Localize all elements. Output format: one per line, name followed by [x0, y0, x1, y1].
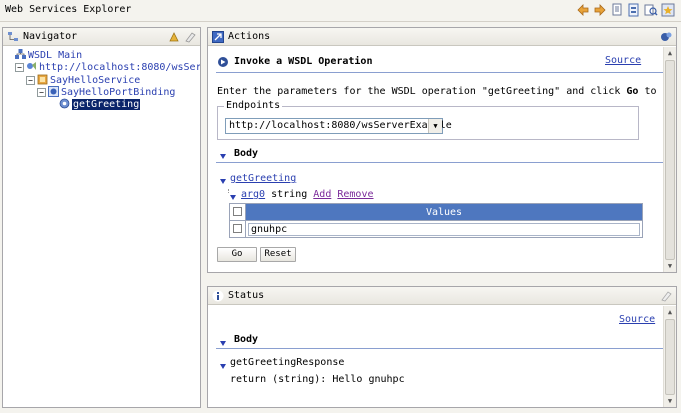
status-header: Status [208, 287, 676, 305]
select-all-checkbox[interactable] [233, 207, 242, 216]
tree-node-wsdl-main[interactable]: WSDL Main [15, 49, 82, 61]
operation-collapse-icon[interactable] [220, 177, 226, 188]
favorites-icon[interactable] [661, 3, 675, 17]
service-icon [37, 74, 48, 85]
clear-status-icon[interactable] [660, 290, 672, 302]
scroll-up-icon[interactable]: ▲ [664, 306, 676, 318]
operation-link[interactable]: getGreeting [230, 173, 296, 184]
actions-scrollbar[interactable]: ▲ ▼ [663, 47, 676, 272]
back-icon[interactable] [576, 3, 590, 17]
chevron-down-icon[interactable]: ▼ [428, 119, 442, 133]
documents-icon[interactable] [610, 3, 624, 17]
values-table: Values gnuhpc [229, 203, 643, 238]
go-button[interactable]: Go [217, 247, 257, 262]
status-panel: Status Source Body getGreetingResponse r… [207, 286, 677, 408]
endpoint-value: http://localhost:8080/wsServerExample [229, 120, 452, 131]
remove-link[interactable]: Remove [337, 189, 373, 200]
wsdl-page-icon[interactable] [627, 3, 641, 17]
value-input[interactable]: gnuhpc [248, 222, 640, 236]
navigator-tree: WSDL Main − http://localhost:8080/wsServ… [3, 47, 200, 407]
ws-explorer-icon[interactable] [660, 31, 672, 43]
tree-node-label: WSDL Main [28, 50, 83, 61]
add-to-favorites-icon[interactable] [168, 31, 180, 43]
forward-icon[interactable] [593, 3, 607, 17]
navigator-header: Navigator [3, 28, 200, 46]
actions-title: Actions [228, 31, 271, 42]
intro-text: Enter the parameters for the WSDL operat… [217, 86, 663, 97]
scroll-thumb[interactable] [665, 60, 675, 260]
tree-collapse-toggle[interactable]: − [37, 88, 46, 97]
values-header: Values [245, 203, 643, 221]
row-select-cell [229, 220, 246, 238]
scroll-up-icon[interactable]: ▲ [664, 47, 676, 59]
navigator-panel: Navigator WSDL Main − http://localhost:8… [2, 27, 201, 408]
operation-icon [59, 98, 70, 109]
status-body-label: Body [234, 334, 259, 345]
invoke-heading: Invoke a WSDL Operation [234, 56, 373, 67]
actions-header: Actions [208, 28, 676, 46]
status-title: Status [228, 290, 265, 301]
wsdl-main-icon [15, 49, 26, 60]
divider [216, 162, 663, 163]
row-checkbox[interactable] [233, 224, 242, 233]
add-link[interactable]: Add [313, 189, 331, 200]
clear-icon[interactable] [184, 31, 196, 43]
select-all-cell [229, 203, 246, 221]
tree-collapse-toggle[interactable]: − [26, 76, 35, 85]
tree-node-binding[interactable]: SayHelloPortBinding [48, 86, 175, 98]
tree-node-label: SayHelloPortBinding [61, 87, 176, 98]
binding-icon [48, 86, 59, 97]
arg-name-link[interactable]: arg0 [241, 189, 265, 200]
toolbar [576, 3, 675, 17]
reset-button[interactable]: Reset [260, 247, 296, 262]
actions-panel: Actions Invoke a WSDL Operation Source E… [207, 27, 677, 273]
tree-node-operation[interactable]: getGreeting [59, 98, 141, 110]
navigator-icon [7, 31, 19, 43]
status-content: Source Body getGreetingResponse return (… [208, 306, 663, 407]
scroll-down-icon[interactable]: ▼ [664, 395, 676, 407]
tree-collapse-toggle[interactable]: − [15, 63, 24, 72]
actions-icon [212, 31, 224, 43]
tree-node-wsdl-document[interactable]: http://localhost:8080/wsServerExample [26, 61, 200, 73]
tree-node-label: http://localhost:8080/wsServerExample [39, 62, 200, 73]
table-row: gnuhpc [229, 220, 643, 238]
body-label: Body [234, 148, 259, 159]
window-title: Web Services Explorer [5, 4, 132, 15]
tree-node-label: SayHelloService [50, 75, 141, 86]
actions-content: Invoke a WSDL Operation Source Enter the… [208, 47, 663, 272]
navigator-title: Navigator [23, 31, 78, 42]
scroll-thumb[interactable] [665, 319, 675, 395]
tree-node-label: getGreeting [72, 99, 141, 110]
endpoints-group: Endpoints http://localhost:8080/wsServer… [217, 100, 639, 140]
value-cell: gnuhpc [245, 220, 643, 238]
status-scrollbar[interactable]: ▲ ▼ [663, 306, 676, 407]
values-header-row: Values [229, 203, 643, 221]
endpoint-select[interactable]: http://localhost:8080/wsServerExample ▼ [225, 118, 452, 134]
arg-type: string [271, 189, 308, 200]
divider [216, 72, 663, 73]
info-icon [212, 290, 224, 302]
invoke-operation-icon [217, 56, 229, 68]
wsdl-document-icon [26, 61, 37, 72]
response-label: getGreetingResponse [230, 357, 345, 368]
intro-prefix: Enter the parameters for the WSDL operat… [217, 86, 627, 97]
arg-row: arg0 string Add Remove [241, 189, 374, 200]
response-collapse-icon[interactable] [220, 362, 226, 373]
status-source-link[interactable]: Source [619, 314, 655, 325]
divider [216, 348, 663, 349]
intro-go: Go [626, 86, 639, 97]
tree-node-service[interactable]: SayHelloService [37, 74, 140, 86]
endpoints-legend: Endpoints [224, 100, 283, 111]
scroll-down-icon[interactable]: ▼ [664, 260, 676, 272]
search-icon[interactable] [644, 3, 658, 17]
source-link[interactable]: Source [605, 55, 641, 66]
return-value: return (string): Hello gnuhpc [230, 374, 405, 385]
title-bar: Web Services Explorer [0, 0, 681, 22]
intro-suffix: to invoke. [644, 86, 663, 97]
